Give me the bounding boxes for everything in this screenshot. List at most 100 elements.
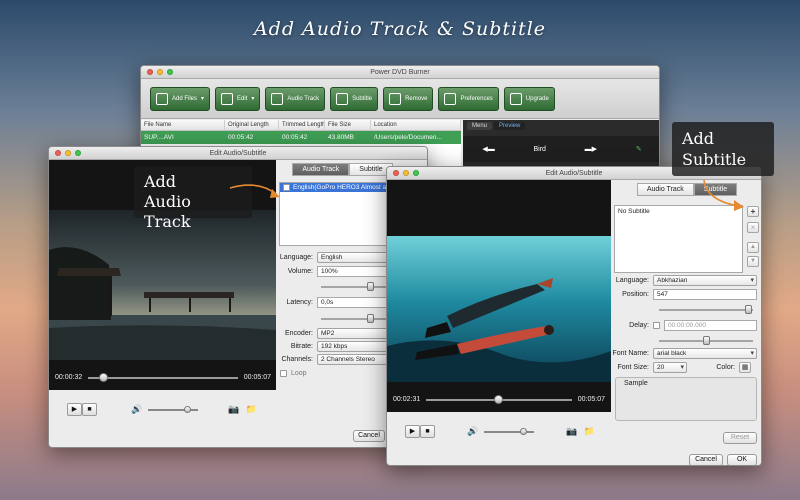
delay-input[interactable]: 00:00:00.000 bbox=[664, 320, 757, 331]
camera-icon[interactable]: 📷 bbox=[566, 426, 577, 437]
column-header[interactable]: Trimmed Length bbox=[279, 120, 325, 130]
position-input[interactable]: 547 bbox=[653, 289, 757, 300]
font-size-label: Font Size: bbox=[617, 364, 649, 371]
language-label: Language: bbox=[615, 277, 649, 284]
add-files-button[interactable]: Add Files ▾ bbox=[150, 86, 211, 111]
zoom-window-button[interactable] bbox=[75, 150, 81, 156]
beach-scene-image bbox=[49, 210, 276, 360]
edit-button[interactable]: Edit ▾ bbox=[215, 86, 261, 111]
stop-button[interactable]: ■ bbox=[82, 403, 97, 416]
close-window-button[interactable] bbox=[147, 69, 153, 75]
main-titlebar: Power DVD Burner bbox=[141, 66, 659, 79]
volume-knob[interactable] bbox=[520, 427, 528, 435]
table-row[interactable]: SUP....AVI 00:05:42 00:05:42 43.80MB /Us… bbox=[141, 131, 461, 144]
folder-icon[interactable]: 📁 bbox=[583, 426, 594, 437]
encoder-label: Encoder: bbox=[284, 330, 313, 337]
font-name-select[interactable]: arial black bbox=[653, 348, 757, 359]
tab-audio-track[interactable]: Audio Track bbox=[292, 163, 350, 176]
position-slider[interactable] bbox=[659, 305, 753, 314]
camera-icon[interactable]: 📷 bbox=[228, 404, 239, 415]
upgrade-button[interactable]: Upgrade bbox=[503, 86, 555, 111]
cancel-button[interactable]: Cancel bbox=[353, 430, 385, 442]
edit-label: Edit bbox=[237, 95, 248, 102]
slider-knob[interactable] bbox=[745, 305, 752, 314]
remove-icon bbox=[389, 92, 402, 105]
column-header[interactable]: File Name bbox=[141, 120, 225, 130]
font-name-row: Font Name: arial black bbox=[611, 348, 757, 359]
preview-title: Bird bbox=[533, 145, 546, 153]
beach-video-frame bbox=[49, 210, 276, 360]
remove-button[interactable]: Remove bbox=[383, 86, 434, 111]
arrow-right-icon[interactable]: ▬▶ bbox=[585, 145, 597, 153]
underwater-scene-image bbox=[387, 236, 611, 382]
volume-knob[interactable] bbox=[184, 405, 192, 413]
loop-checkbox[interactable] bbox=[280, 370, 287, 377]
main-window-title: Power DVD Burner bbox=[370, 69, 430, 76]
original-length-cell: 00:05:42 bbox=[228, 134, 254, 141]
edit-icon bbox=[221, 92, 234, 105]
subtitle-playback-controls: ▶ ■ 🔊 📷 📁 bbox=[405, 425, 595, 438]
audio-track-button[interactable]: Audio Track bbox=[265, 86, 326, 111]
file-size-cell: 43.80MB bbox=[328, 134, 355, 141]
remove-subtitle-button[interactable]: × bbox=[747, 222, 759, 233]
minimize-window-button[interactable] bbox=[403, 170, 409, 176]
edit-menu-icon[interactable]: ✎ bbox=[636, 145, 642, 153]
close-window-button[interactable] bbox=[393, 170, 399, 176]
color-label: Color: bbox=[716, 364, 735, 371]
preferences-icon bbox=[444, 92, 457, 105]
seek-slider[interactable] bbox=[426, 394, 572, 404]
stop-button[interactable]: ■ bbox=[420, 425, 435, 438]
minimize-window-button[interactable] bbox=[65, 150, 71, 156]
folder-icon[interactable]: 📁 bbox=[245, 404, 256, 415]
play-button[interactable]: ▶ bbox=[405, 425, 420, 438]
zoom-window-button[interactable] bbox=[413, 170, 419, 176]
reset-button[interactable]: Reset bbox=[723, 432, 757, 444]
column-header[interactable]: File Size bbox=[325, 120, 371, 130]
audio-dialog-title: Edit Audio/Subtitle bbox=[209, 150, 267, 157]
file-table-header: File Name Original Length Trimmed Length… bbox=[141, 120, 461, 131]
cancel-button[interactable]: Cancel bbox=[689, 454, 723, 465]
tab-menu[interactable]: Menu bbox=[467, 122, 493, 130]
column-header[interactable]: Original Length bbox=[225, 120, 279, 130]
color-picker-button[interactable]: ▦ bbox=[739, 362, 751, 373]
play-button[interactable]: ▶ bbox=[67, 403, 82, 416]
position-row: Position: 547 bbox=[611, 289, 757, 300]
tab-preview[interactable]: Preview bbox=[494, 122, 526, 130]
language-select[interactable]: Abkhazian bbox=[653, 275, 757, 286]
slider-knob[interactable] bbox=[367, 314, 374, 323]
move-up-button[interactable]: ▲ bbox=[747, 242, 759, 253]
chevron-down-icon: ▾ bbox=[201, 96, 205, 102]
delay-slider[interactable] bbox=[659, 336, 753, 345]
seek-knob[interactable] bbox=[99, 372, 109, 382]
close-window-button[interactable] bbox=[55, 150, 61, 156]
subtitle-button[interactable]: Subtitle bbox=[330, 86, 379, 111]
delay-row: Delay: 00:00:00.000 bbox=[611, 320, 757, 331]
total-time: 00:05:07 bbox=[243, 374, 271, 381]
seek-slider[interactable] bbox=[88, 372, 238, 382]
volume-slider[interactable] bbox=[484, 427, 535, 435]
tab-audio-track[interactable]: Audio Track bbox=[636, 183, 694, 196]
font-size-select[interactable]: 20 bbox=[653, 362, 687, 373]
audio-playback-controls: ▶ ■ 🔊 📷 📁 bbox=[67, 403, 257, 416]
add-files-label: Add Files bbox=[172, 95, 198, 102]
subtitle-icon bbox=[336, 92, 349, 105]
slider-knob[interactable] bbox=[367, 282, 374, 291]
volume-slider[interactable] bbox=[148, 405, 199, 413]
volume-icon: 🔊 bbox=[131, 404, 143, 414]
seek-knob[interactable] bbox=[493, 394, 503, 404]
move-down-button[interactable]: ▼ bbox=[747, 256, 759, 267]
preferences-button[interactable]: Preferences bbox=[438, 86, 499, 111]
subtitle-list[interactable]: No Subtitle bbox=[614, 205, 743, 273]
minimize-window-button[interactable] bbox=[157, 69, 163, 75]
add-subtitle-callout: Add Subtitle bbox=[672, 122, 774, 176]
delay-checkbox[interactable] bbox=[653, 322, 660, 329]
audio-dialog-titlebar: Edit Audio/Subtitle bbox=[49, 147, 427, 160]
subtitle-arrow-icon bbox=[703, 179, 744, 211]
ok-button[interactable]: OK bbox=[727, 454, 757, 465]
diver-video-frame bbox=[387, 236, 611, 382]
arrow-left-icon[interactable]: ◀▬ bbox=[482, 145, 494, 153]
current-time: 00:00:32 bbox=[55, 374, 83, 381]
zoom-window-button[interactable] bbox=[167, 69, 173, 75]
slider-knob[interactable] bbox=[703, 336, 710, 345]
column-header[interactable]: Location bbox=[371, 120, 461, 130]
